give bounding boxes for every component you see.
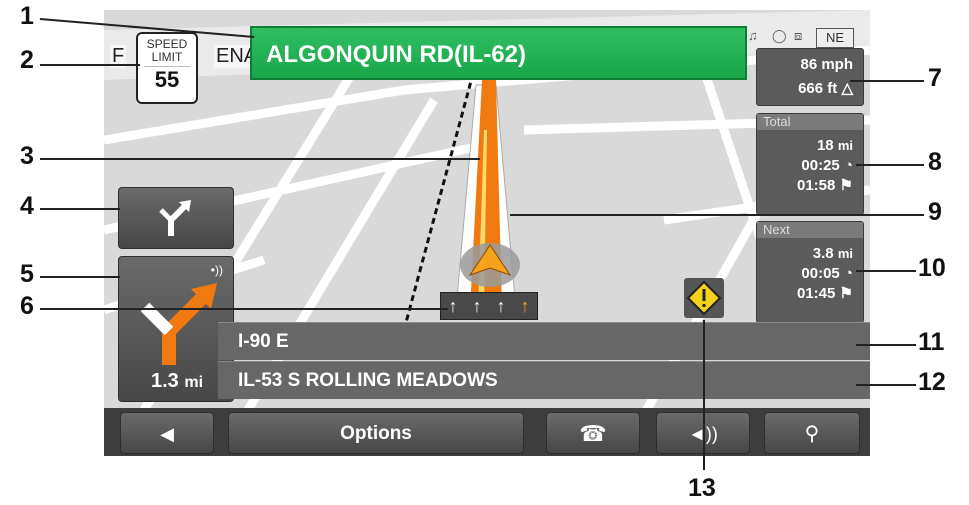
callout-6: 6 [20, 292, 34, 320]
clock-icon: ◔ [843, 265, 853, 282]
road-info-line1: I-90 E [218, 322, 870, 360]
total-distance-row: 18 mi [757, 136, 863, 156]
next-time: 00:05 [801, 265, 840, 282]
back-button[interactable]: ◀ [120, 412, 214, 454]
speed-limit-sign: SPEED LIMIT 55 [136, 32, 198, 104]
callout-4: 4 [20, 192, 34, 220]
leader-line [856, 270, 916, 272]
next-header: Next [757, 222, 863, 238]
maneuver-distance: 1.3 [150, 370, 179, 392]
callout-12: 12 [918, 368, 946, 396]
next-maneuver-preview-button[interactable] [118, 187, 234, 249]
altitude-row: 666 ft △ [757, 79, 863, 99]
leader-line [40, 64, 140, 66]
total-time: 00:25 [801, 157, 840, 174]
leader-line [856, 164, 924, 166]
compass-indicator[interactable]: NE [816, 28, 854, 48]
lane-arrow-icon: ↑ [448, 296, 458, 316]
speed-limit-line2: LIMIT [151, 50, 183, 64]
leader-line [40, 308, 448, 310]
next-distance-row: 3.8 mi [757, 244, 863, 264]
arrival-flag-icon: ⚑ [839, 285, 853, 302]
road-info-line2: IL-53 S ROLLING MEADOWS [218, 361, 870, 399]
total-distance-unit: mi [837, 138, 853, 153]
next-arrival: 01:45 [797, 285, 836, 302]
back-arrow-icon: ◀ [160, 424, 174, 444]
callout-5: 5 [20, 260, 34, 288]
options-button[interactable]: Options [228, 412, 524, 454]
leader-line [40, 208, 120, 210]
next-distance-unit: mi [837, 246, 853, 261]
speed-altitude-panel[interactable]: 86 mph 666 ft △ [756, 48, 864, 106]
callout-7: 7 [928, 64, 942, 92]
search-icon: ⚲ [804, 423, 820, 445]
total-distance: 18 [816, 137, 834, 154]
search-button[interactable]: ⚲ [764, 412, 860, 454]
total-arrival-row: 01:58 ⚑ [757, 176, 863, 196]
callout-13: 13 [688, 474, 716, 502]
clock-icon: ◔ [843, 157, 853, 174]
callout-11: 11 [918, 328, 945, 356]
bottom-toolbar: ◀ Options ☎ ◄)) ⚲ [104, 408, 870, 456]
leader-line [850, 80, 924, 82]
lane-arrow-active-icon: ↑ [520, 296, 530, 316]
callout-8: 8 [928, 148, 942, 176]
leader-line [510, 214, 924, 216]
tmc-status-icon: ◯ [772, 28, 787, 43]
traffic-warning-button[interactable] [684, 278, 724, 318]
current-speed: 86 mph [800, 56, 853, 73]
callout-3: 3 [20, 142, 34, 170]
phone-button[interactable]: ☎ [546, 412, 640, 454]
total-header: Total [757, 114, 863, 130]
leader-line [40, 158, 480, 160]
gps-status-icon: ⧈ [794, 28, 803, 43]
mountain-icon: △ [841, 80, 853, 97]
leader-line [856, 344, 916, 346]
callout-9: 9 [928, 198, 942, 226]
next-distance: 3.8 [812, 245, 834, 262]
volume-status-icon: ♫ [748, 28, 758, 43]
arrival-flag-icon: ⚑ [839, 177, 853, 194]
callout-1: 1 [20, 2, 34, 30]
navigation-screen: F ENA ALGONQUIN RD(IL-62) SPEED LIMIT 55… [104, 10, 870, 456]
current-street-bar: ALGONQUIN RD(IL-62) [250, 26, 747, 80]
total-time-row: 00:25 ◔ [757, 156, 863, 176]
next-route-panel[interactable]: Next 3.8 mi 00:05 ◔ 01:45 ⚑ [756, 221, 864, 323]
lane-arrow-icon: ↑ [472, 296, 482, 316]
total-route-panel[interactable]: Total 18 mi 00:25 ◔ 01:58 ⚑ [756, 113, 864, 215]
next-arrival-row: 01:45 ⚑ [757, 284, 863, 304]
total-arrival: 01:58 [797, 177, 836, 194]
speed-limit-value: 55 [144, 66, 190, 93]
leader-line [856, 384, 916, 386]
lane-arrow-icon: ↑ [496, 296, 506, 316]
fork-right-icon [159, 200, 191, 236]
altitude-value: 666 ft [798, 80, 838, 97]
lane-assistant: ↑ ↑ ↑ ↑ [440, 292, 538, 320]
next-time-row: 00:05 ◔ [757, 264, 863, 284]
leader-line [40, 276, 120, 278]
maneuver-button[interactable]: •)) 1.3 mi [118, 256, 234, 402]
maneuver-unit: mi [184, 374, 204, 391]
leader-line [703, 320, 705, 470]
callout-10: 10 [918, 254, 946, 282]
callout-2: 2 [20, 46, 34, 74]
phone-icon: ☎ [579, 421, 607, 446]
warning-icon [686, 280, 722, 316]
